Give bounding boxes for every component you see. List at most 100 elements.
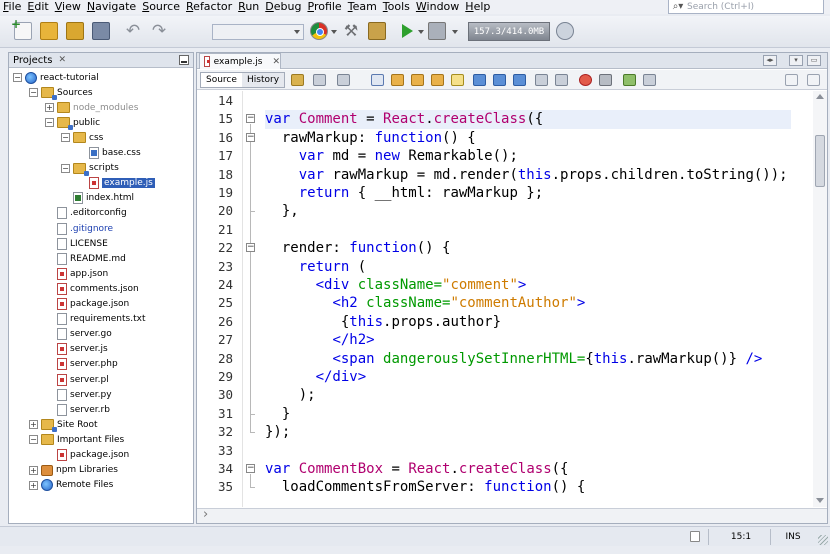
fold-toggle-icon[interactable]: − (246, 114, 255, 124)
tree-item[interactable]: server.pl (45, 372, 109, 387)
tree-item[interactable]: − Sources (29, 85, 93, 101)
scrollbar-thumb[interactable] (815, 135, 825, 187)
minimize-icon[interactable] (179, 55, 189, 65)
find-selection-icon[interactable] (431, 74, 444, 86)
back-icon[interactable] (313, 74, 326, 86)
menu-window[interactable]: Window (413, 0, 462, 14)
menu-refactor[interactable]: Refactor (183, 0, 235, 14)
collapse-icon[interactable]: − (45, 118, 54, 128)
expand-icon[interactable]: + (29, 465, 38, 475)
tree-item[interactable]: server.py (45, 387, 112, 402)
browser-chrome-icon[interactable] (310, 22, 328, 40)
collapse-icon[interactable]: − (29, 88, 38, 98)
projects-tab-title[interactable]: Projects (13, 55, 52, 66)
scroll-up-icon[interactable] (816, 94, 824, 99)
menu-team[interactable]: Team (345, 0, 380, 14)
forward-icon[interactable] (337, 74, 350, 86)
tree-item[interactable]: app.json (45, 266, 108, 281)
run-icon[interactable] (398, 22, 416, 40)
menu-debug[interactable]: Debug (262, 0, 304, 14)
chevron-down-icon[interactable] (452, 30, 458, 34)
notification-icon[interactable] (690, 531, 700, 542)
chevron-right-icon[interactable]: › (203, 507, 208, 522)
tab-history[interactable]: History (242, 72, 286, 88)
expand-icon[interactable]: + (29, 420, 38, 430)
tree-item[interactable]: + npm Libraries (29, 463, 118, 478)
tree-item[interactable]: package.json (45, 297, 129, 312)
tree-item[interactable]: comments.json (45, 281, 139, 296)
tree-item[interactable]: server.js (45, 342, 108, 357)
menu-help[interactable]: Help (462, 0, 493, 14)
tree-item[interactable]: + Site Root (29, 417, 98, 433)
menu-profile[interactable]: Profile (304, 0, 344, 14)
previous-bookmark-icon[interactable] (493, 74, 506, 86)
menu-file[interactable]: File (0, 0, 24, 14)
fold-toggle-icon[interactable]: − (246, 132, 255, 142)
configuration-select[interactable] (212, 24, 304, 40)
collapse-icon[interactable]: − (13, 73, 22, 82)
tree-item[interactable]: − css (61, 130, 103, 145)
build-icon[interactable]: ⚒ (342, 22, 360, 40)
tree-item[interactable]: package.json (45, 448, 129, 463)
code-area[interactable]: var Comment = React.createClass({ rawMar… (265, 91, 791, 507)
debug-icon[interactable] (428, 22, 446, 40)
vertical-scrollbar[interactable] (813, 91, 827, 507)
last-edit-icon[interactable] (291, 74, 304, 86)
fold-toggle-icon[interactable]: − (246, 464, 255, 473)
tree-item[interactable]: .gitignore (45, 221, 113, 236)
tree-item[interactable]: − public (45, 115, 100, 131)
tree-item[interactable]: server.rb (45, 402, 110, 417)
tree-item[interactable]: LICENSE (45, 236, 108, 251)
new-file-icon[interactable] (11, 17, 32, 40)
menu-run[interactable]: Run (235, 0, 262, 14)
scroll-down-icon[interactable] (816, 498, 824, 503)
collapse-icon[interactable]: − (61, 163, 70, 173)
chevron-down-icon[interactable] (418, 30, 424, 34)
undo-icon[interactable]: ↶ (124, 22, 142, 40)
scroll-left-icon[interactable]: ◂▸ (763, 55, 777, 66)
tree-item[interactable]: .editorconfig (45, 206, 127, 221)
chevron-down-icon[interactable]: ▾ (789, 55, 803, 66)
next-bookmark-icon[interactable] (513, 74, 526, 86)
tree-item[interactable]: README.md (45, 251, 126, 266)
toggle-highlight-icon[interactable] (451, 74, 464, 86)
tree-item[interactable]: + Remote Files (29, 478, 113, 493)
open-project-icon[interactable] (66, 22, 84, 40)
tree-item[interactable]: example.js (77, 176, 156, 191)
menu-tools[interactable]: Tools (380, 0, 413, 14)
menu-edit[interactable]: Edit (24, 0, 51, 14)
redo-icon[interactable]: ↷ (150, 22, 168, 40)
menu-navigate[interactable]: Navigate (84, 0, 139, 14)
comment-icon[interactable] (623, 74, 636, 86)
tab-example-js[interactable]: example.js ✕ (199, 53, 281, 69)
tree-item[interactable]: + node_modules (45, 100, 138, 115)
tree-item[interactable]: server.php (45, 357, 118, 372)
tree-item[interactable]: base.css (77, 146, 141, 161)
toggle-bookmark-icon[interactable] (473, 74, 486, 86)
save-all-icon[interactable] (92, 22, 110, 40)
find-previous-icon[interactable] (391, 74, 404, 86)
find-next-icon[interactable] (411, 74, 424, 86)
tree-item[interactable]: index.html (61, 191, 134, 206)
shift-left-icon[interactable] (535, 74, 548, 86)
collapse-icon[interactable]: − (29, 435, 38, 445)
clean-build-icon[interactable] (368, 22, 386, 40)
search-box[interactable]: ⌕▾ Search (Ctrl+I) (668, 0, 824, 14)
stop-macro-icon[interactable] (599, 74, 612, 86)
expand-icon[interactable]: + (29, 480, 38, 490)
tree-item[interactable]: requirements.txt (45, 312, 145, 327)
maximize-icon[interactable]: ▭ (807, 55, 821, 66)
memory-meter[interactable]: 157.3/414.0MB (468, 22, 550, 41)
split-view-icon[interactable] (785, 74, 798, 86)
close-icon[interactable]: ✕ (272, 57, 280, 67)
search-input[interactable]: Search (Ctrl+I) (687, 2, 754, 12)
tree-item[interactable]: − Important Files (29, 432, 124, 447)
tree-item[interactable]: server.go (45, 327, 112, 342)
tree-item[interactable]: − react-tutorial (13, 70, 99, 85)
uncomment-icon[interactable] (643, 74, 656, 86)
tree-item[interactable]: − scripts (61, 161, 119, 176)
start-macro-icon[interactable] (579, 74, 592, 86)
shift-right-icon[interactable] (555, 74, 568, 86)
fold-toggle-icon[interactable]: − (246, 243, 255, 253)
resize-grip-icon[interactable] (818, 535, 828, 545)
